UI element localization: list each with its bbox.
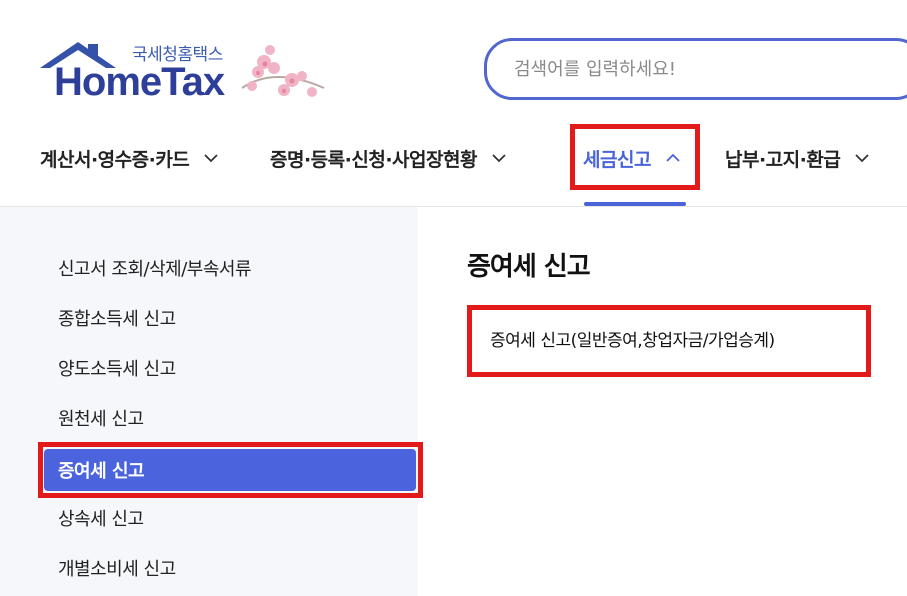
sidebar-item-return-lookup[interactable]: 신고서 조회/삭제/부속서류: [58, 253, 252, 283]
highlight-box-sidebar: [38, 442, 423, 498]
nav-item-label: 납부·고지·환급: [725, 148, 841, 171]
highlight-box-main: [467, 305, 871, 377]
search-box[interactable]: [484, 38, 907, 100]
nav-item-payment[interactable]: 납부·고지·환급: [725, 142, 870, 174]
sidebar-item-income-tax[interactable]: 종합소득세 신고: [58, 303, 176, 333]
nav-item-label: 계산서·영수증·카드: [40, 148, 190, 171]
chevron-down-icon: [204, 154, 218, 163]
sidebar-item-inheritance-tax[interactable]: 상속세 신고: [58, 503, 144, 533]
nav-item-certificates[interactable]: 증명·등록·신청·사업장현황: [270, 142, 507, 174]
page-title: 증여세 신고: [467, 252, 591, 282]
sidebar-item-capital-gains-tax[interactable]: 양도소득세 신고: [58, 353, 176, 383]
highlight-box-nav: [570, 124, 700, 190]
chevron-down-icon: [855, 154, 869, 163]
cherry-blossom-icon: [241, 45, 325, 97]
nav-item-label: 증명·등록·신청·사업장현황: [270, 148, 477, 171]
hometax-logo[interactable]: 국세청홈택스 HomeTax: [38, 36, 338, 106]
sidebar-item-withholding-tax[interactable]: 원천세 신고: [58, 403, 144, 433]
nav-item-receipts[interactable]: 계산서·영수증·카드: [40, 142, 219, 174]
logo-wordmark: HomeTax: [54, 60, 225, 104]
search-input[interactable]: [514, 58, 907, 80]
sidebar-item-excise-tax[interactable]: 개별소비세 신고: [58, 553, 176, 583]
chevron-down-icon: [492, 154, 506, 163]
